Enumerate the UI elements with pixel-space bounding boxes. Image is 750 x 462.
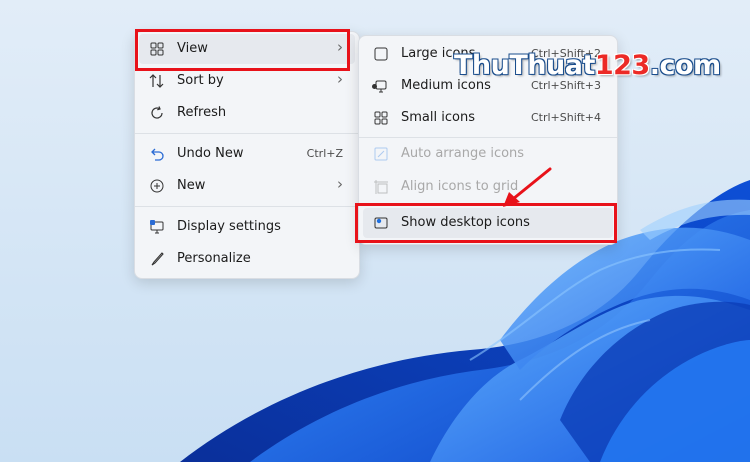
menu-item-shortcut: Ctrl+Shift+4 <box>530 111 601 124</box>
submenu-item-align-to-grid[interactable]: Align icons to grid <box>363 172 613 202</box>
menu-item-label: Show desktop icons <box>401 215 530 230</box>
annotation-arrow <box>503 167 552 207</box>
menu-item-shortcut: Ctrl+Z <box>306 147 343 160</box>
chevron-right-icon: › <box>337 38 343 56</box>
submenu-item-small-icons[interactable]: Small icons Ctrl+Shift+4 <box>363 103 613 133</box>
selected-bullet <box>372 84 377 89</box>
grid-icon <box>150 42 164 56</box>
menu-separator <box>135 133 359 134</box>
refresh-icon <box>151 106 163 119</box>
menu-separator <box>359 137 617 138</box>
menu-item-label: Auto arrange icons <box>401 146 525 161</box>
menu-item-sort-by[interactable]: Sort by › <box>139 66 355 96</box>
menu-item-personalize[interactable]: Personalize <box>139 244 355 274</box>
menu-separator <box>135 206 359 207</box>
menu-item-new[interactable]: New › <box>139 171 355 201</box>
monitor-icon <box>150 220 164 234</box>
menu-item-display-settings[interactable]: Display settings <box>139 212 355 242</box>
menu-item-label: Refresh <box>177 105 227 120</box>
menu-item-label: Sort by <box>177 73 224 88</box>
chevron-right-icon: › <box>337 175 343 193</box>
menu-item-label: Personalize <box>177 251 251 266</box>
menu-item-label: Display settings <box>177 219 281 234</box>
auto-arrange-icon <box>374 147 388 161</box>
plus-circle-icon <box>150 179 164 193</box>
menu-item-label: View <box>177 41 208 56</box>
large-square-icon <box>374 47 388 61</box>
menu-item-label: Undo New <box>177 146 244 161</box>
align-grid-icon <box>374 180 388 194</box>
menu-item-label: New <box>177 178 206 193</box>
submenu-item-show-desktop-icons[interactable]: Show desktop icons <box>363 208 613 238</box>
menu-item-view[interactable]: View › <box>139 34 355 64</box>
chevron-right-icon: › <box>337 70 343 88</box>
menu-item-undo-new[interactable]: Undo New Ctrl+Z <box>139 139 355 169</box>
grid-icon <box>374 111 388 125</box>
submenu-item-auto-arrange[interactable]: Auto arrange icons <box>363 139 613 169</box>
brush-icon <box>151 252 164 266</box>
menu-item-shortcut: Ctrl+Shift+3 <box>530 79 601 92</box>
desktop-icon <box>374 217 388 229</box>
menu-item-label: Small icons <box>401 110 475 125</box>
sort-icon <box>149 74 164 88</box>
desktop-context-menu: View › Sort by › Refresh Undo New Ctrl+Z… <box>134 31 360 279</box>
undo-icon <box>151 148 164 161</box>
watermark-logo: ThuThuat123.com <box>454 50 721 81</box>
menu-item-refresh[interactable]: Refresh <box>139 98 355 128</box>
